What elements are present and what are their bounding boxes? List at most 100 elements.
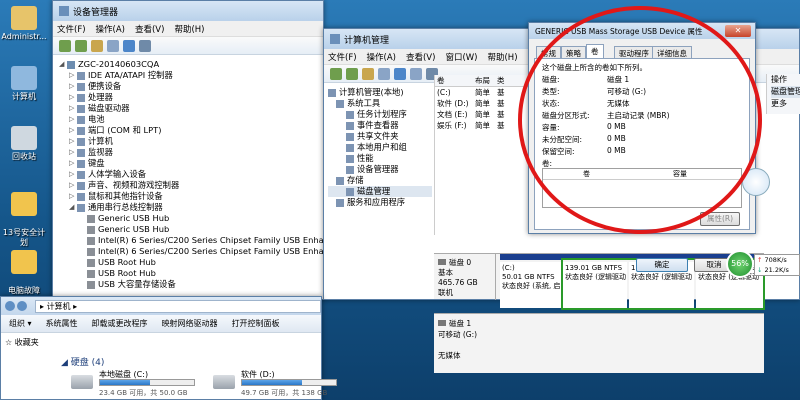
expand-arrow-icon[interactable]: ▷ (69, 81, 77, 92)
uninstall-program-button[interactable]: 卸载或更改程序 (92, 318, 148, 329)
menu-file[interactable]: 文件(F) (57, 23, 86, 35)
menu-window[interactable]: 窗口(W) (445, 51, 477, 63)
close-icon[interactable]: ✕ (725, 25, 751, 37)
device-category-item[interactable]: ▷ 计算机 (59, 136, 323, 147)
system-properties-button[interactable]: 系统属性 (46, 318, 78, 329)
folder-icon[interactable] (91, 39, 103, 52)
properties-icon[interactable] (107, 39, 119, 52)
management-tree-item[interactable]: 服务和应用程序 (328, 197, 432, 208)
favorites-link[interactable]: ☆ 收藏夹 (5, 337, 39, 348)
management-tree-item[interactable]: 磁盘管理 (328, 186, 432, 197)
management-tree-item[interactable]: 任务计划程序 (328, 109, 432, 120)
address-field[interactable]: ▸ 计算机 ▸ (35, 299, 321, 313)
menu-action[interactable]: 操作(A) (367, 51, 396, 63)
device-category-item[interactable]: ▷ 电池 (59, 114, 323, 125)
back-icon[interactable] (5, 301, 15, 311)
expand-arrow-icon[interactable]: ▷ (69, 169, 77, 180)
scan-icon[interactable] (139, 39, 151, 52)
desktop-icon-administrator[interactable]: Administr... (0, 6, 48, 42)
menu-view[interactable]: 查看(V) (135, 23, 164, 35)
expand-arrow-icon[interactable]: ▷ (69, 125, 77, 136)
volume-row[interactable]: 娱乐 (F:) 简单基 (435, 120, 532, 131)
action-item-disk-management[interactable]: 磁盘管理 (771, 86, 800, 98)
back-icon[interactable] (59, 39, 71, 52)
column-volume[interactable]: 卷 (543, 169, 673, 179)
column-capacity[interactable]: 容量 (673, 169, 687, 179)
forward-icon[interactable] (75, 39, 87, 52)
device-category-item[interactable]: ▷ IDE ATA/ATAPI 控制器 (59, 70, 323, 81)
drive-item[interactable]: 软件 (D:) 49.7 GB 可用，共 138 GB (213, 369, 348, 399)
expand-arrow-icon[interactable]: ▷ (69, 103, 77, 114)
help-icon[interactable] (123, 39, 135, 52)
device-category-item[interactable]: ▷ 处理器 (59, 92, 323, 103)
expand-arrow-icon[interactable]: ◢ (69, 202, 77, 213)
device-category-item[interactable]: ▷ 磁盘驱动器 (59, 103, 323, 114)
folder-up-icon[interactable] (362, 67, 374, 80)
desktop-icon-computer[interactable]: 计算机 (0, 66, 48, 102)
device-category-item[interactable]: ▷ 人体学输入设备 (59, 169, 323, 180)
device-category-item[interactable]: ▷ 监视器 (59, 147, 323, 158)
usb-device-item[interactable]: Intel(R) 6 Series/C200 Series Chipset Fa… (59, 246, 323, 257)
volume-row[interactable]: (C:) 简单基 (435, 87, 532, 98)
disk0-partition[interactable]: (C:) 50.01 GB NTFS 状态良好 (系统, 启 (500, 262, 562, 308)
desktop-icon-recycle-bin[interactable]: 回收站 (0, 126, 48, 162)
column-type[interactable]: 类 (497, 75, 517, 86)
menu-view[interactable]: 查看(V) (406, 51, 435, 63)
drive-item[interactable]: 本地磁盘 (C:) 23.4 GB 可用，共 50.0 GB (71, 369, 206, 399)
management-tree-item[interactable]: 事件查看器 (328, 120, 432, 131)
column-layout[interactable]: 布局 (475, 75, 497, 86)
volume-row[interactable]: 软件 (D:) 简单基 (435, 98, 532, 109)
menu-help[interactable]: 帮助(H) (487, 51, 517, 63)
usb-device-item[interactable]: USB Root Hub (59, 268, 323, 279)
bird-logo-icon[interactable] (742, 168, 770, 196)
menu-file[interactable]: 文件(F) (328, 51, 357, 63)
device-manager-titlebar[interactable]: 设备管理器 (53, 1, 323, 21)
view-icon[interactable] (410, 67, 422, 80)
help-icon[interactable] (394, 67, 406, 80)
usb-device-item[interactable]: Generic USB Hub (59, 213, 323, 224)
management-tree-item[interactable]: 系统工具 (328, 98, 432, 109)
device-category-item[interactable]: ▷ 键盘 (59, 158, 323, 169)
tab-2[interactable]: 卷 (586, 44, 604, 59)
ok-button[interactable]: 确定 (636, 258, 688, 272)
usb-device-item[interactable]: Generic USB Hub (59, 224, 323, 235)
expand-arrow-icon[interactable]: ▷ (69, 114, 77, 125)
expand-arrow-icon[interactable]: ▷ (69, 191, 77, 202)
forward-icon[interactable] (17, 301, 27, 311)
menu-help[interactable]: 帮助(H) (174, 23, 204, 35)
management-tree-item[interactable]: 共享文件夹 (328, 131, 432, 142)
management-tree-item[interactable]: 计算机管理(本地) (328, 87, 432, 98)
usb-device-item[interactable]: USB 大容量存储设备 (59, 279, 323, 290)
usb-device-item[interactable]: Intel(R) 6 Series/C200 Series Chipset Fa… (59, 235, 323, 246)
expand-arrow-icon[interactable]: ▷ (69, 147, 77, 158)
expand-arrow-icon[interactable]: ▷ (69, 180, 77, 191)
device-category-item[interactable]: ▷ 鼠标和其他指针设备 (59, 191, 323, 202)
organize-button[interactable]: 组织 ▾ (9, 318, 32, 329)
management-tree-item[interactable]: 设备管理器 (328, 164, 432, 175)
management-tree-item[interactable]: 本地用户和组 (328, 142, 432, 153)
properties-icon[interactable] (378, 67, 390, 80)
device-category-item[interactable]: ▷ 端口 (COM 和 LPT) (59, 125, 323, 136)
properties-titlebar[interactable]: GENERIC USB Mass Storage USB Device 属性 (529, 23, 755, 39)
management-tree-item[interactable]: 性能 (328, 153, 432, 164)
hard-disks-section[interactable]: ◢ 硬盘 (4) (61, 355, 104, 368)
network-speed-gauge[interactable]: 56% (726, 250, 754, 278)
device-category-item[interactable]: ▷ 声音、视频和游戏控制器 (59, 180, 323, 191)
desktop-icon-folder-plan[interactable]: 13号安全计 划 (0, 182, 48, 248)
open-control-panel-button[interactable]: 打开控制面板 (232, 318, 280, 329)
expand-arrow-icon[interactable]: ▷ (69, 158, 77, 169)
expand-arrow-icon[interactable]: ▷ (69, 136, 77, 147)
management-tree-item[interactable]: 存储 (328, 175, 432, 186)
properties-button[interactable]: 属性(R) (700, 212, 740, 226)
volume-row[interactable]: 文档 (E:) 简单基 (435, 109, 532, 120)
back-icon[interactable] (330, 67, 342, 80)
volumes-table[interactable]: 卷 容量 (542, 168, 742, 208)
device-category-item[interactable]: ◢ 通用串行总线控制器 (59, 202, 323, 213)
map-network-drive-button[interactable]: 映射网络驱动器 (162, 318, 218, 329)
column-volume[interactable]: 卷 (435, 75, 475, 86)
action-item-more[interactable]: 更多 (771, 98, 800, 110)
menu-action[interactable]: 操作(A) (96, 23, 125, 35)
forward-icon[interactable] (346, 67, 358, 80)
usb-device-item[interactable]: USB Root Hub (59, 257, 323, 268)
expand-arrow-icon[interactable]: ▷ (69, 92, 77, 103)
